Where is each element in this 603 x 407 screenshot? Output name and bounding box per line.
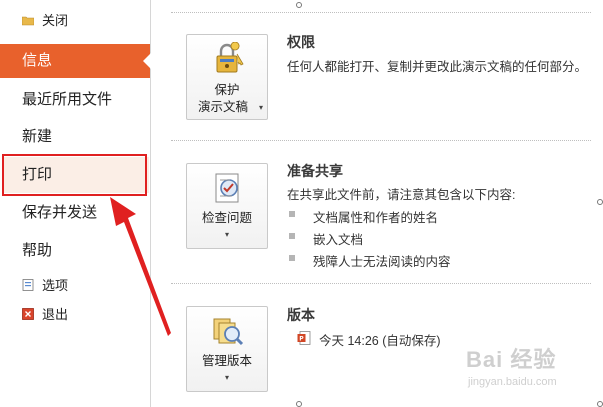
sidebar-item-label: 选项 <box>42 278 69 293</box>
check-for-issues-button[interactable]: 检查问题 ▾ <box>186 163 268 249</box>
sidebar-item-save-send[interactable]: 保存并发送 <box>0 201 150 225</box>
protect-presentation-button[interactable]: 保护 演示文稿 ▾ <box>186 34 268 120</box>
dropdown-arrow-icon: ▾ <box>224 373 229 382</box>
sidebar-item-new[interactable]: 新建 <box>0 125 150 149</box>
sidebar-item-label: 退出 <box>42 307 69 322</box>
bullet-icon <box>289 211 295 217</box>
sidebar-item-label: 最近所用文件 <box>22 91 113 108</box>
resize-handle <box>296 401 302 407</box>
watermark-url: jingyan.baidu.com <box>468 376 557 388</box>
divider <box>171 12 593 13</box>
permissions-desc: 任何人都能打开、复制并更改此演示文稿的任何部分。 <box>287 60 588 74</box>
print-highlight-box <box>2 154 147 196</box>
permissions-title: 权限 <box>287 34 315 50</box>
sidebar-item-exit[interactable]: 退出 <box>0 306 150 324</box>
sidebar-item-info[interactable]: 信息 <box>0 44 151 78</box>
manage-versions-button[interactable]: 管理版本 ▾ <box>186 306 268 392</box>
powerpoint-file-icon: P <box>297 331 311 345</box>
versions-title: 版本 <box>287 307 315 323</box>
sidebar-item-close[interactable]: 关闭 <box>0 12 150 30</box>
list-item: 残障人士无法阅读的内容 <box>289 251 451 270</box>
sidebar-item-label: 帮助 <box>22 242 53 259</box>
resize-handle <box>296 2 302 8</box>
dropdown-arrow-icon: ▾ <box>258 103 263 112</box>
sidebar-item-label: 关闭 <box>42 13 69 28</box>
watermark: Bai 经验 jingyan.baidu.com <box>448 342 598 402</box>
sidebar-item-label: 信息 <box>22 52 53 69</box>
list-item: 文档属性和作者的姓名 <box>289 207 438 226</box>
svg-text:P: P <box>299 336 304 343</box>
exit-icon <box>22 308 34 320</box>
sidebar-item-label: 保存并发送 <box>22 204 98 221</box>
resize-handle <box>597 199 603 205</box>
protect-button-label-line2: 演示文稿 <box>197 100 248 114</box>
sidebar-item-help[interactable]: 帮助 <box>0 239 150 263</box>
manage-versions-label: 管理版本 <box>201 354 252 368</box>
list-item: 嵌入文档 <box>289 229 363 248</box>
divider <box>171 140 593 141</box>
prepare-desc: 在共享此文件前，请注意其包含以下内容: <box>287 188 516 202</box>
watermark-brand: Bai 经验 <box>466 347 557 372</box>
sidebar-item-options[interactable]: 选项 <box>0 277 150 295</box>
prepare-title: 准备共享 <box>287 163 343 179</box>
protect-button-label-line1: 保护 <box>214 83 240 97</box>
sidebar-item-recent[interactable]: 最近所用文件 <box>0 88 150 112</box>
divider <box>171 283 593 284</box>
inspect-document-icon <box>215 173 239 203</box>
lock-key-icon <box>216 42 244 73</box>
dropdown-arrow-icon: ▾ <box>224 230 229 239</box>
folder-icon <box>22 16 34 26</box>
options-icon <box>22 279 34 291</box>
version-entry-label: 今天 14:26 (自动保存) <box>319 334 441 348</box>
bullet-icon <box>289 233 295 239</box>
check-issues-label: 检查问题 <box>201 211 252 225</box>
sidebar-item-label: 新建 <box>22 128 53 145</box>
bullet-icon <box>289 255 295 261</box>
backstage-sidebar: 关闭 信息 最近所用文件 新建 打印 保存并发送 帮助 选项 退出 <box>0 0 151 407</box>
manage-versions-icon <box>213 318 244 346</box>
